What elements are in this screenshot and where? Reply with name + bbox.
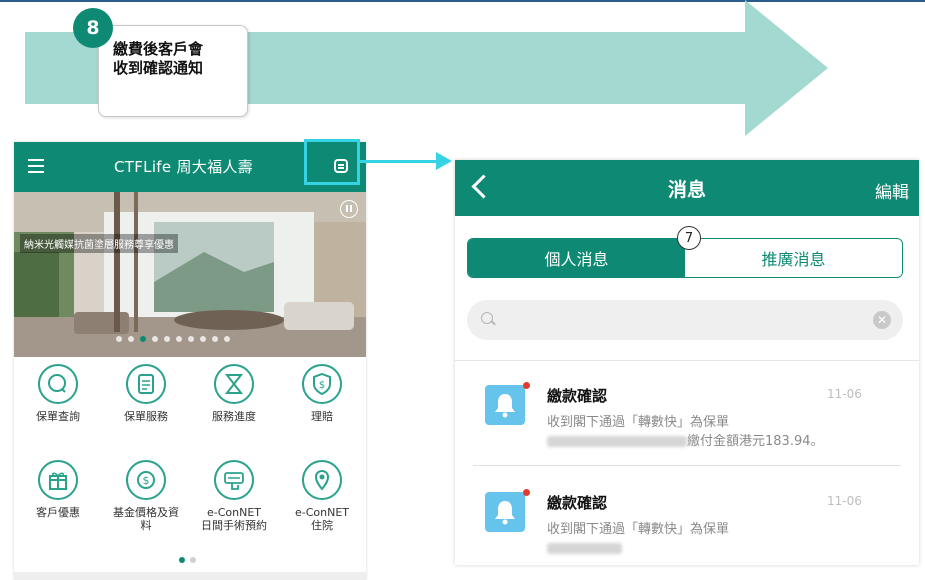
pagination-dot[interactable] (128, 336, 134, 342)
bell-icon (485, 385, 525, 425)
step-number-badge: 8 (73, 8, 113, 48)
banner-image (14, 192, 366, 357)
service-label: 客戶優惠 (36, 506, 80, 519)
message-title: 繳款確認 (547, 387, 608, 405)
unread-dot (523, 382, 530, 389)
divider (473, 465, 901, 466)
divider (455, 360, 919, 361)
bell-icon (485, 492, 525, 532)
hourglass-icon (214, 364, 254, 404)
message-date: 11-06 (827, 494, 862, 508)
pagination-dot[interactable] (179, 557, 185, 563)
redacted-text (547, 436, 687, 447)
message-body: 收到閣下通過「轉數快」為保單 繳付金額港元183.94。 (547, 413, 824, 451)
pagination-dot[interactable] (140, 336, 146, 342)
banner-caption: 納米光觸媒抗菌塗層服務尊享優惠 (20, 234, 178, 253)
svg-text:$: $ (319, 380, 325, 391)
bottom-bar (14, 572, 366, 580)
edit-button[interactable]: 編輯 (875, 178, 909, 203)
message-title: 繳款確認 (547, 494, 608, 512)
service-item[interactable]: $ 理賠 (278, 364, 366, 423)
service-item[interactable]: $ 基金價格及資 料 (102, 460, 190, 532)
messages-header: 消息 編輯 (455, 160, 919, 216)
pagination-dot[interactable] (212, 336, 218, 342)
svg-text:$: $ (143, 474, 150, 487)
service-label: 基金價格及資 料 (113, 506, 179, 532)
pagination-dot[interactable] (176, 336, 182, 342)
message-item[interactable]: 繳款確認 11-06 收到閣下通過「轉數快」為保單 繳付金額港元183.94。 (455, 365, 919, 465)
step-callout: 繳費後客戶會 收到確認通知 (98, 25, 248, 117)
service-label: 理賠 (311, 410, 333, 423)
message-icon-highlight (304, 139, 360, 185)
document-icon (126, 364, 166, 404)
dollar-icon: $ (126, 460, 166, 500)
pagination-dot[interactable] (200, 336, 206, 342)
tab-promotion-messages[interactable]: 推廣消息 (685, 239, 902, 277)
promo-banner[interactable]: 納米光觸媒抗菌塗層服務尊享優惠 (14, 192, 366, 357)
connector-arrow-head (436, 152, 452, 170)
banner-pagination (116, 336, 230, 342)
service-pagination (179, 557, 196, 563)
message-line: 收到閣下通過「轉數快」為保單 (547, 522, 730, 537)
pagination-dot[interactable] (224, 336, 230, 342)
service-item[interactable]: e-ConNET 日間手術預約 (190, 460, 278, 532)
tab-personal-messages[interactable]: 個人消息 (468, 239, 685, 277)
pagination-dot[interactable] (190, 557, 196, 563)
service-item[interactable]: 保單查詢 (14, 364, 102, 423)
messages-screen: 消息 編輯 個人消息 推廣消息 7 ✕ 繳款確認 11-06 收到閣下通過「轉數… (455, 160, 919, 565)
pagination-dot[interactable] (164, 336, 170, 342)
service-label: e-ConNET 日間手術預約 (201, 506, 267, 532)
search-icon (38, 364, 78, 404)
service-item[interactable]: 服務進度 (190, 364, 278, 423)
service-label: 服務進度 (212, 410, 256, 423)
connector-line (360, 160, 440, 163)
step-description: 繳費後客戶會 收到確認通知 (113, 40, 204, 77)
service-item[interactable]: 客戶優惠 (14, 460, 102, 519)
service-label: 保單服務 (124, 410, 168, 423)
unread-dot (523, 489, 530, 496)
home-screen: CTFLife 周大福人壽 納米光觸媒抗菌塗層服務尊享優惠 保單查詢 保單服務 … (14, 142, 366, 580)
shield-dollar-icon: $ (302, 364, 342, 404)
redacted-text (547, 543, 622, 554)
service-item[interactable]: 保單服務 (102, 364, 190, 423)
search-input[interactable]: ✕ (467, 300, 903, 340)
app-logo: CTFLife 周大福人壽 (114, 158, 253, 176)
menu-icon[interactable] (28, 159, 44, 173)
pagination-dot[interactable] (116, 336, 122, 342)
page-title: 消息 (667, 179, 706, 201)
search-icon (481, 312, 493, 324)
message-line: 收到閣下通過「轉數快」為保單 (547, 415, 730, 430)
service-label: e-ConNET 住院 (294, 506, 350, 532)
step-marker-badge: 7 (677, 226, 701, 250)
clear-icon[interactable]: ✕ (873, 311, 891, 329)
service-label: 保單查詢 (36, 410, 80, 423)
service-item[interactable]: e-ConNET 住院 (278, 460, 366, 532)
message-date: 11-06 (827, 387, 862, 401)
location-icon (302, 460, 342, 500)
pagination-dot[interactable] (188, 336, 194, 342)
booking-icon (214, 460, 254, 500)
message-item[interactable]: 繳款確認 11-06 收到閣下通過「轉數快」為保單 (455, 472, 919, 565)
pause-icon[interactable] (340, 200, 358, 218)
gift-icon (38, 460, 78, 500)
message-line: 繳付金額港元183.94。 (687, 434, 824, 449)
pagination-dot[interactable] (152, 336, 158, 342)
message-body: 收到閣下通過「轉數快」為保單 (547, 520, 729, 558)
